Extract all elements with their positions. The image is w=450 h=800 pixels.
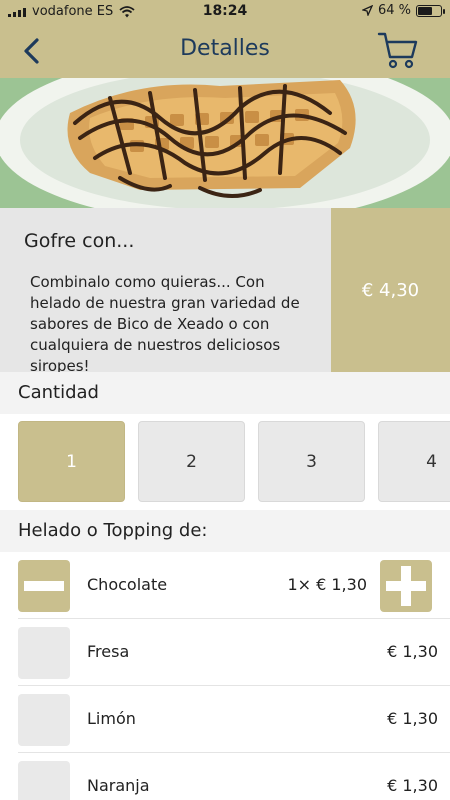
topping-name: Chocolate — [87, 575, 168, 594]
price-label: € 4,30 — [361, 279, 420, 301]
topping-name: Fresa — [87, 642, 130, 661]
add-topping-button[interactable] — [380, 560, 432, 612]
shopping-cart-icon — [377, 32, 418, 69]
battery-level — [418, 6, 433, 15]
product-info: Gofre con... Combinalo como quieras... C… — [0, 208, 331, 372]
product-price: € 4,30 — [331, 208, 450, 372]
battery-icon — [416, 4, 445, 17]
topping-row-limon: Limón € 1,30 — [0, 686, 450, 753]
toppings-section-label: Helado o Topping de: — [0, 510, 450, 552]
topping-row-fresa: Fresa € 1,30 — [0, 619, 450, 686]
quantity-option-1[interactable]: 1 — [18, 421, 125, 502]
battery-percentage: 64 % — [377, 3, 411, 18]
location-arrow-icon — [361, 5, 373, 16]
waffle-illustration — [0, 78, 450, 208]
topping-row-naranja: Naranja € 1,30 — [0, 753, 450, 800]
topping-name: Limón — [87, 709, 136, 728]
topping-price: € 1,30 — [387, 709, 438, 728]
select-topping-checkbox[interactable] — [18, 761, 70, 800]
header: vodafone ES 18:24 64 % Detalles — [0, 0, 450, 78]
minus-icon — [24, 581, 64, 591]
product-image — [0, 78, 450, 208]
product-name: Gofre con... — [24, 230, 135, 252]
quantity-option-2[interactable]: 2 — [138, 421, 245, 502]
quantity-section-label: Cantidad — [0, 372, 450, 414]
quantity-option-3[interactable]: 3 — [258, 421, 365, 502]
select-topping-checkbox[interactable] — [18, 694, 70, 746]
topping-name: Naranja — [87, 776, 150, 795]
select-topping-checkbox[interactable] — [18, 627, 70, 679]
quantity-option-4[interactable]: 4 — [378, 421, 450, 502]
status-bar: vodafone ES 18:24 64 % — [0, 0, 450, 22]
topping-price: € 1,30 — [387, 776, 438, 795]
topping-price: 1× € 1,30 — [287, 575, 367, 594]
cart-button[interactable] — [376, 30, 420, 72]
topping-row-chocolate: Chocolate 1× € 1,30 — [0, 552, 450, 619]
topping-price: € 1,30 — [387, 642, 438, 661]
remove-topping-button[interactable] — [18, 560, 70, 612]
quantity-selector[interactable]: 1 2 3 4 — [0, 414, 450, 514]
product-description: Combinalo como quieras... Con helado de … — [30, 273, 300, 372]
